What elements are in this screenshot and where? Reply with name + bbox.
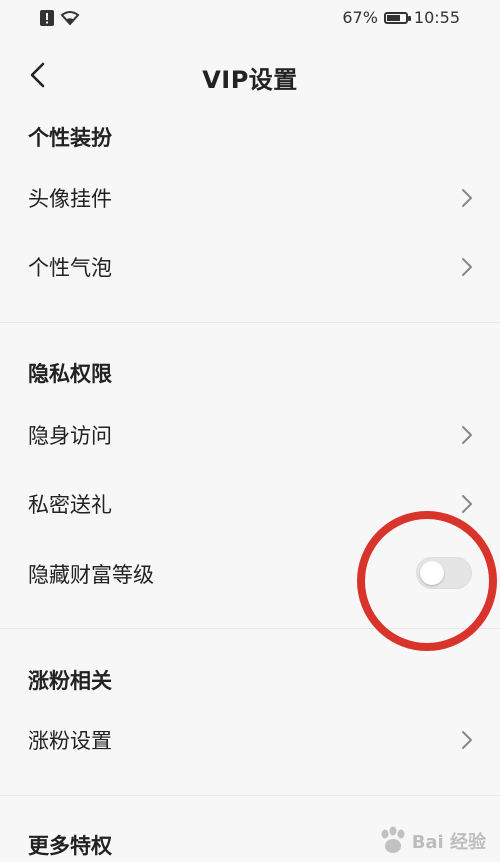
status-left xyxy=(40,10,80,26)
row-label: 个性气泡 xyxy=(28,256,112,280)
wifi-icon xyxy=(60,11,80,26)
row-avatar-pendant[interactable]: 头像挂件 xyxy=(0,168,500,228)
section-divider xyxy=(0,795,500,796)
status-bar: 67% 10:55 xyxy=(0,0,500,38)
chevron-right-icon xyxy=(462,189,472,207)
section-title-more-privileges: 更多特权 xyxy=(28,834,112,858)
row-invisible-visit[interactable]: 隐身访问 xyxy=(0,405,500,465)
row-follower-settings[interactable]: 涨粉设置 xyxy=(0,710,500,770)
row-label: 隐藏财富等级 xyxy=(28,563,154,587)
chevron-right-icon xyxy=(462,426,472,444)
row-label: 私密送礼 xyxy=(28,493,112,517)
chevron-right-icon xyxy=(462,258,472,276)
chevron-right-icon xyxy=(462,495,472,513)
clock: 10:55 xyxy=(413,8,460,27)
title-bar: VIP设置 xyxy=(0,50,500,100)
row-label: 隐身访问 xyxy=(28,424,112,448)
section-title-appearance: 个性装扮 xyxy=(28,126,112,150)
paw-logo-icon xyxy=(381,826,405,853)
page-title: VIP设置 xyxy=(202,66,298,94)
notification-alert-icon xyxy=(40,10,54,26)
chevron-right-icon xyxy=(462,731,472,749)
section-divider xyxy=(0,322,500,323)
status-right: 67% 10:55 xyxy=(342,8,460,27)
row-label: 头像挂件 xyxy=(28,187,112,211)
watermark-text: Bai 经验 xyxy=(411,832,486,853)
battery-icon xyxy=(383,11,411,24)
section-title-followers: 涨粉相关 xyxy=(28,669,112,693)
row-label: 涨粉设置 xyxy=(28,729,112,753)
section-title-privacy: 隐私权限 xyxy=(28,362,112,386)
highlight-annotation-circle xyxy=(357,511,497,651)
battery-level xyxy=(386,14,401,21)
row-chat-bubble[interactable]: 个性气泡 xyxy=(0,237,500,297)
battery-percent: 67% xyxy=(342,8,378,27)
watermark: Bai 经验 xyxy=(376,826,486,856)
